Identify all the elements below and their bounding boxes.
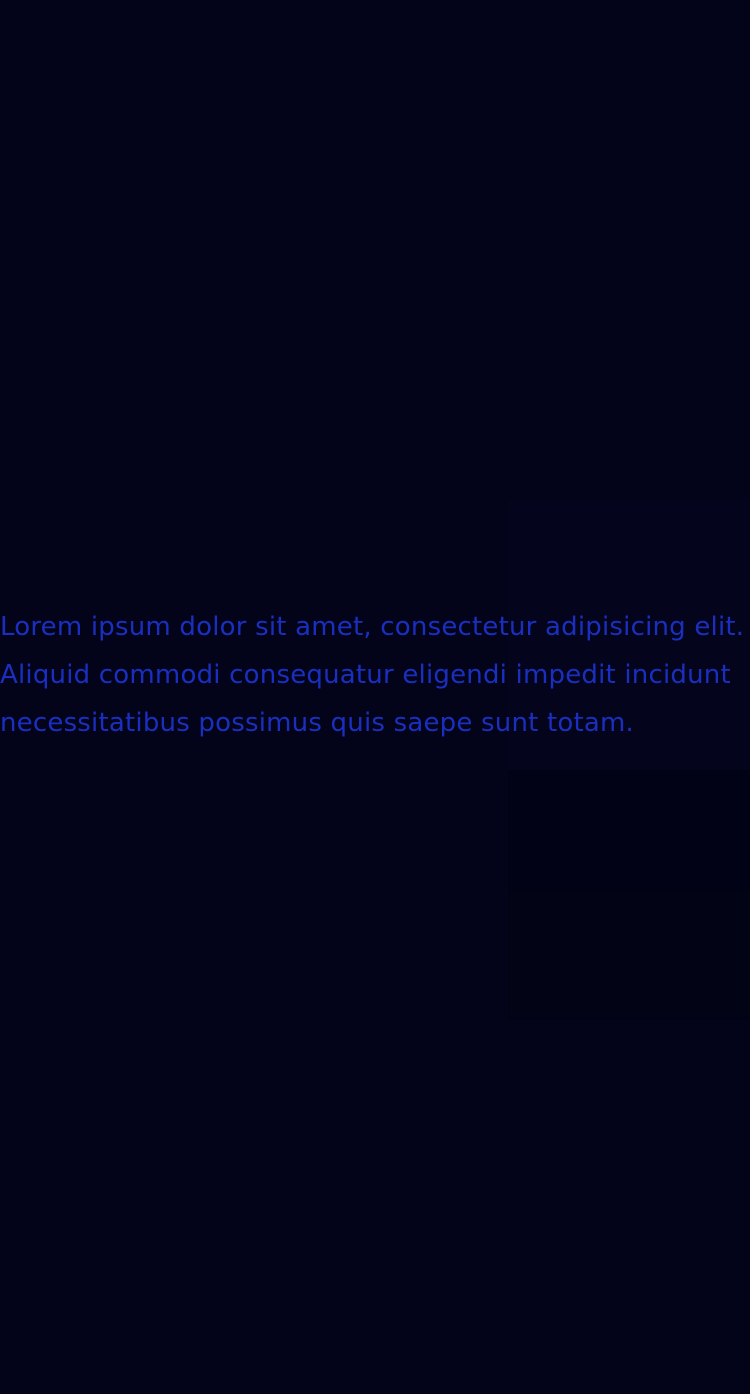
main-content: Lorem ipsum dolor sit amet, consectetur … (0, 603, 750, 747)
page: Lorem ipsum dolor sit amet, consectetur … (0, 0, 750, 1394)
background-panel-shadow (508, 770, 750, 1020)
lorem-paragraph: Lorem ipsum dolor sit amet, consectetur … (0, 612, 745, 738)
